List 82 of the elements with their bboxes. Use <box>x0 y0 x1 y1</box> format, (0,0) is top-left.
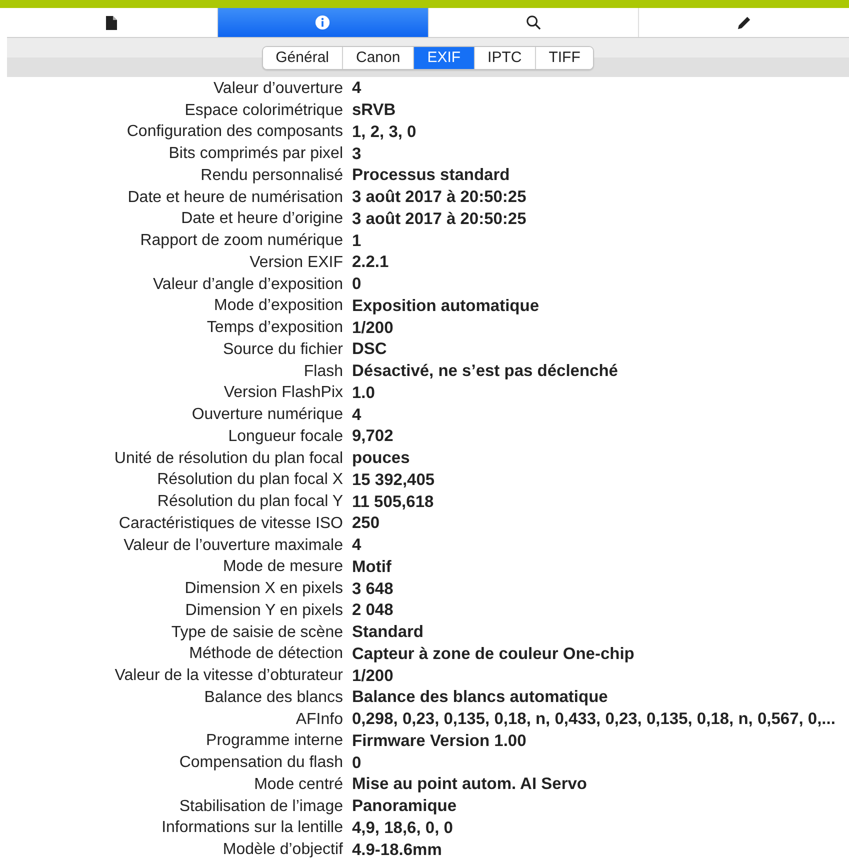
field-label: Source du fichier <box>222 340 343 359</box>
field-value: Motif <box>352 558 392 577</box>
field-value: 1/200 <box>352 318 394 338</box>
field-label: Compensation du flash <box>178 754 343 772</box>
field-value: 1 <box>352 232 362 251</box>
field-label: Informations sur la lentille <box>160 819 343 838</box>
field-label: Version FlashPix <box>222 384 343 402</box>
field-value: 4 <box>352 406 362 425</box>
field-label: Dimension X en pixels <box>184 580 343 598</box>
field-value: 1.0 <box>352 384 375 403</box>
field-value: 9,702 <box>352 427 394 446</box>
search-icon <box>526 15 541 30</box>
field-value: 1/200 <box>352 666 394 686</box>
field-value: Exposition automatique <box>352 296 540 316</box>
field-label: Programme interne <box>205 732 343 750</box>
field-value: 2.2.1 <box>352 253 389 272</box>
field-value: 4,9, 18,6, 0, 0 <box>352 818 453 838</box>
field-value: 3 août 2017 à 20:50:25 <box>352 210 526 229</box>
tab[interactable]: TIFF <box>534 46 594 68</box>
field-value: pouces <box>352 449 410 468</box>
field-label: Méthode de détection <box>188 645 343 664</box>
field-label: Balance des blancs <box>203 688 343 707</box>
field-value: sRVB <box>352 101 396 120</box>
field-label: Stabilisation de l’image <box>178 798 343 816</box>
document-icon <box>106 16 118 30</box>
field-value: 2 048 <box>352 601 394 620</box>
field-value: Mise au point autom. AI Servo <box>352 775 588 794</box>
field-label: Mode de mesure <box>222 558 343 576</box>
field-value: Panoramique <box>352 797 457 816</box>
field-label: Type de saisie de scène <box>170 624 343 642</box>
field-label: AFInfo <box>294 710 343 729</box>
field-value: Standard <box>352 623 424 642</box>
field-value: 250 <box>352 514 380 534</box>
field-value: Capteur à zone de couleur One-chip <box>352 644 634 664</box>
tab[interactable]: IPTC <box>474 46 535 68</box>
field-value: Désactivé, ne s’est pas déclenché <box>352 362 618 382</box>
field-label: Date et heure d’origine <box>180 210 343 228</box>
field-value: 4 <box>352 536 362 556</box>
field-value: 3 648 <box>352 580 394 599</box>
field-value: 4 <box>352 79 362 98</box>
field-value: 15 392,405 <box>352 470 435 490</box>
field-value: DSC <box>352 340 387 360</box>
field-label: Résolution du plan focal X <box>156 471 343 490</box>
field-label: Mode d’exposition <box>213 297 343 316</box>
field-label: Résolution du plan focal Y <box>156 493 343 512</box>
field-label: Temps d’exposition <box>206 319 343 338</box>
field-value: Processus standard <box>352 166 510 186</box>
tab[interactable]: Général <box>262 46 342 68</box>
field-label: Flash <box>302 362 343 381</box>
tab[interactable]: EXIF <box>413 46 474 68</box>
field-value: Balance des blancs automatique <box>352 688 608 708</box>
field-label: Mode centré <box>253 776 343 794</box>
field-label: Valeur d’angle d’exposition <box>152 276 343 294</box>
field-label: Bits comprimés par pixel <box>168 145 343 164</box>
field-label: Version EXIF <box>248 254 343 272</box>
field-label: Valeur de l’ouverture maximale <box>122 536 343 555</box>
field-label: Configuration des composants <box>126 123 343 142</box>
field-label: Modèle d’objectif <box>222 841 343 858</box>
field-value: 0 <box>352 275 362 294</box>
field-value: 0,298, 0,23, 0,135, 0,18, n, 0,433, 0,23, 0,135, 0,18, n, 0,567, 0,... <box>352 710 836 730</box>
field-label: Espace colorimétrique <box>184 102 343 120</box>
tab[interactable]: Canon <box>342 46 414 68</box>
field-value: Firmware Version 1.00 <box>352 732 526 751</box>
field-label: Unité de résolution du plan focal <box>113 450 343 468</box>
field-label: Dimension Y en pixels <box>184 602 343 620</box>
field-label: Longueur focale <box>227 428 343 446</box>
field-label: Valeur d’ouverture <box>212 80 343 98</box>
field-value: 11 505,618 <box>352 492 434 512</box>
field-label: Date et heure de numérisation <box>126 188 343 207</box>
field-value: 3 <box>352 144 362 164</box>
field-label: Valeur de la vitesse d’obturateur <box>114 667 343 686</box>
pencil-icon <box>736 15 752 30</box>
field-label: Rendu personnalisé <box>200 166 343 185</box>
info-tab[interactable] <box>216 8 428 37</box>
field-value: 3 août 2017 à 20:50:25 <box>352 188 526 208</box>
field-value: 0 <box>352 754 362 773</box>
field-label: Ouverture numérique <box>190 406 343 424</box>
field-label: Rapport de zoom numérique <box>139 232 343 250</box>
field-value: 4.9-18.6mm <box>352 840 442 858</box>
field-value: 1, 2, 3, 0 <box>352 122 416 142</box>
info-icon <box>315 15 330 30</box>
field-label: Caractéristiques de vitesse ISO <box>118 514 343 533</box>
